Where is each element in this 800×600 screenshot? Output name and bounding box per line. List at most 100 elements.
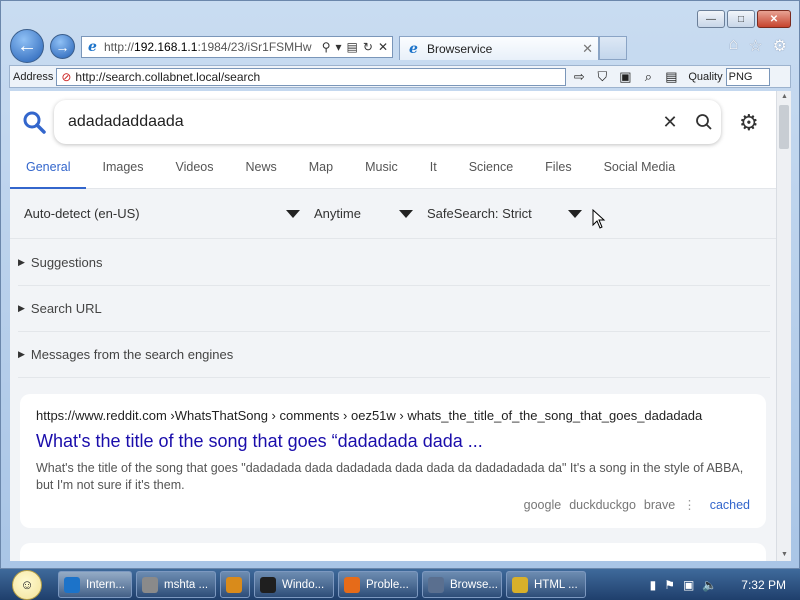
result-title-link[interactable]: What's the title of the song that goes “… xyxy=(36,431,750,452)
media-icon xyxy=(226,576,242,593)
tab-general[interactable]: General xyxy=(10,153,87,189)
cached-link[interactable]: cached xyxy=(710,498,750,512)
tab-map[interactable]: Map xyxy=(293,153,349,189)
result-engines: google duckduckgo brave ⋮ cached xyxy=(523,497,750,513)
terminal-icon xyxy=(260,576,276,593)
scroll-up-icon[interactable]: ▲ xyxy=(777,91,791,103)
window-controls: — □ ✕ xyxy=(697,10,791,28)
time-range-select[interactable]: Anytime xyxy=(314,206,427,221)
result-url[interactable]: https://www.reddit.com ›WhatsThatSong › … xyxy=(36,408,750,423)
navigation-row: ← → e http://192.168.1.1:1984/23/iSr1FSM… xyxy=(1,29,800,63)
start-orb-icon: ☺ xyxy=(12,569,42,600)
browser-window: — □ ✕ ← → e http://192.168.1.1:1984/23/i… xyxy=(0,0,800,569)
taskbar-item-label: Intern... xyxy=(86,578,125,591)
ie-icon xyxy=(64,576,80,593)
expand-triangle-icon: ▶ xyxy=(18,303,25,313)
tab-close-icon[interactable]: ✕ xyxy=(582,41,593,57)
engine-google: google xyxy=(523,497,562,512)
search-icon[interactable]: ⚲ xyxy=(322,40,331,54)
engine-brave: brave xyxy=(643,497,676,512)
tab-music[interactable]: Music xyxy=(349,153,414,189)
taskbar-item[interactable]: Intern... xyxy=(58,571,132,598)
taskbar-item-label: mshta ... xyxy=(164,578,209,591)
minimize-button[interactable]: — xyxy=(697,10,725,28)
searxng-logo-icon[interactable] xyxy=(22,110,46,134)
taskbar-item[interactable] xyxy=(220,571,250,598)
tools-gear-icon[interactable]: ⚙ xyxy=(773,36,787,56)
address-input[interactable]: ⊘ http://search.collabnet.local/search xyxy=(56,67,567,86)
tab-social-media[interactable]: Social Media xyxy=(588,153,692,189)
safesearch-select[interactable]: SafeSearch: Strict xyxy=(427,206,582,221)
quality-label: Quality xyxy=(688,70,723,83)
go-arrow-icon[interactable]: ⇨ xyxy=(569,68,589,86)
tab-science[interactable]: Science xyxy=(453,153,529,189)
chevron-down-icon xyxy=(286,209,300,218)
search-url-label: Search URL xyxy=(30,301,102,316)
back-button[interactable]: ← xyxy=(10,29,44,63)
url-box[interactable]: e http://192.168.1.1:1984/23/iSr1FSMHw ⚲… xyxy=(81,36,393,58)
url-text[interactable]: http://192.168.1.1:1984/23/iSr1FSMHw xyxy=(104,40,318,54)
vertical-scrollbar[interactable]: ▲ ▼ xyxy=(776,91,791,561)
taskbar-item[interactable]: mshta ... xyxy=(136,571,216,598)
taskbar-item[interactable]: Proble... xyxy=(338,571,418,598)
tab-title: Browservice xyxy=(427,41,493,56)
network-icon[interactable]: ▣ xyxy=(683,578,694,592)
quality-select[interactable]: PNG xyxy=(725,67,770,86)
scroll-thumb[interactable] xyxy=(779,105,789,149)
close-window-button[interactable]: ✕ xyxy=(757,10,791,28)
search-input[interactable]: adadadaddaada xyxy=(68,113,653,131)
expand-triangle-icon: ▶ xyxy=(18,349,25,359)
action-center-flag-icon[interactable]: ⚑ xyxy=(664,578,675,592)
search-box: adadadaddaada ✕ xyxy=(54,100,721,144)
window-icon xyxy=(428,576,444,593)
refresh-icon[interactable]: ↻ xyxy=(363,40,373,54)
engine-messages-toggle[interactable]: ▶ Messages from the search engines xyxy=(18,332,770,378)
more-vertical-icon[interactable]: ⋮ xyxy=(683,497,696,512)
language-select[interactable]: Auto-detect (en-US) xyxy=(24,206,314,221)
clear-search-icon[interactable]: ✕ xyxy=(653,105,687,139)
new-tab-button[interactable] xyxy=(599,36,627,60)
clipboard-icon[interactable]: ▤ xyxy=(661,68,681,86)
search-page: adadadaddaada ✕ ⚙ General Images Videos New… xyxy=(10,91,776,561)
search-header: adadadaddaada ✕ ⚙ General Images Videos New… xyxy=(10,91,776,189)
toolbar-right: ⌂ ☆ ⚙ xyxy=(729,36,787,56)
maximize-button[interactable]: □ xyxy=(727,10,755,28)
taskbar-item-label: HTML ... xyxy=(534,578,578,591)
start-button[interactable]: ☺ xyxy=(0,569,54,600)
taskbar: ☺ Intern... mshta ... Windo... Proble... Bro… xyxy=(0,569,800,600)
engine-duckduckgo: duckduckgo xyxy=(569,497,636,512)
home-icon[interactable]: ⌂ xyxy=(729,36,739,56)
tab-favicon-icon: e xyxy=(409,40,418,57)
tab-images[interactable]: Images xyxy=(86,153,159,189)
bookmark-icon[interactable]: ⛉ xyxy=(592,68,612,86)
stop-icon[interactable]: ✕ xyxy=(378,40,388,54)
ie-page-icon: e xyxy=(88,39,97,55)
tray-app-icon[interactable]: ▮ xyxy=(650,578,657,592)
volume-muted-icon[interactable]: 🔈 xyxy=(702,578,717,592)
tab-files[interactable]: Files xyxy=(529,153,587,189)
taskbar-item[interactable]: HTML ... xyxy=(506,571,586,598)
save-icon[interactable]: ▣ xyxy=(615,68,635,86)
insecure-icon: ⊘ xyxy=(61,69,72,84)
search-url-toggle[interactable]: ▶ Search URL xyxy=(18,286,770,332)
scroll-down-icon[interactable]: ▼ xyxy=(777,549,791,561)
compat-icon[interactable]: ▤ xyxy=(347,40,358,54)
taskbar-item[interactable]: Browse... xyxy=(422,571,502,598)
favorites-star-icon[interactable]: ☆ xyxy=(748,36,762,56)
taskbar-item[interactable]: Windo... xyxy=(254,571,334,598)
search-submit-icon[interactable] xyxy=(687,105,721,139)
tab-browservice[interactable]: e Browservice ✕ xyxy=(399,36,599,60)
dropdown-icon[interactable]: ▾ xyxy=(336,40,342,54)
suggestions-toggle[interactable]: ▶ Suggestions xyxy=(18,240,770,286)
url-actions: ⚲ ▾ ▤ ↻ ✕ xyxy=(317,40,392,54)
preferences-gear-icon[interactable]: ⚙ xyxy=(739,110,759,136)
tab-it[interactable]: It xyxy=(414,153,453,189)
forward-button[interactable]: → xyxy=(50,34,75,59)
tab-news[interactable]: News xyxy=(229,153,292,189)
safesearch-value: SafeSearch: Strict xyxy=(427,206,532,221)
tab-videos[interactable]: Videos xyxy=(159,153,229,189)
taskbar-items: Intern... mshta ... Windo... Proble... Brows… xyxy=(54,571,586,598)
clock[interactable]: 7:32 PM xyxy=(741,578,786,592)
find-icon[interactable]: ⌕ xyxy=(638,68,658,86)
url-host: 192.168.1.1 xyxy=(134,40,198,54)
